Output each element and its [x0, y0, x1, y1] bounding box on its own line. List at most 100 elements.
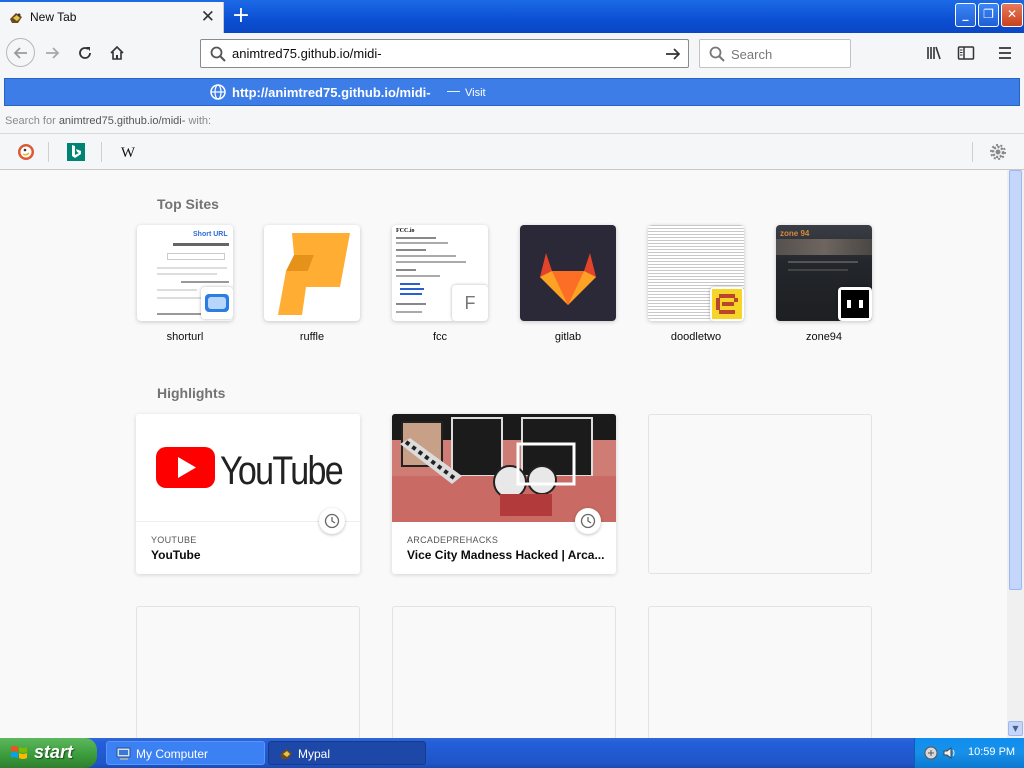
top-site-label: zone94 — [805, 331, 843, 343]
zone94-thumbnail: zone 94 — [776, 225, 872, 321]
vertical-scrollbar[interactable]: ▼ — [1007, 170, 1024, 738]
forward-arrow-icon — [46, 47, 60, 59]
highlight-source: YOUTUBE — [151, 535, 197, 545]
go-arrow-icon[interactable] — [662, 43, 684, 65]
highlight-card-youtube[interactable]: YouTube YOUTUBE YouTube — [136, 414, 360, 574]
url-suggestions-dropdown: http://animtred75.github.io/midi- — Visi… — [0, 73, 1024, 170]
sidebar-icon — [957, 46, 975, 60]
engine-separator — [972, 142, 973, 162]
mypal-icon — [280, 749, 292, 759]
new-tab-page: Top Sites Short URL shorturl ruffle FCC.… — [0, 170, 1007, 738]
doodletwo-site-icon — [712, 289, 742, 319]
highlight-placeholder — [392, 606, 616, 738]
url-input-value[interactable]: animtred75.github.io/midi- — [232, 46, 382, 61]
suggestion-url: http://animtred75.github.io/midi- — [232, 85, 431, 100]
home-button[interactable] — [103, 39, 131, 67]
back-button[interactable] — [6, 38, 35, 67]
search-for-label: Search for animtred75.github.io/midi- wi… — [5, 115, 211, 127]
title-bar: New Tab ✕ + _ ❐ ✕ — [0, 0, 1024, 33]
bing-engine-button[interactable] — [64, 141, 88, 163]
tab-close-icon[interactable]: ✕ — [201, 8, 215, 26]
shorturl-thumbnail: Short URL — [137, 225, 233, 321]
duckduckgo-icon — [18, 144, 34, 160]
top-site-label: ruffle — [299, 331, 325, 343]
taskbar-item-my-computer[interactable]: My Computer — [106, 741, 265, 765]
taskbar-item-mypal[interactable]: Mypal — [268, 741, 426, 765]
search-bar[interactable]: Search — [699, 39, 851, 68]
fcc-fallback-letter: F — [452, 285, 488, 321]
tab-title: New Tab — [30, 10, 77, 24]
highlight-card-vice-city[interactable]: ARCADEPREHACKS Vice City Madness Hacked … — [392, 414, 616, 574]
hamburger-menu-icon — [999, 47, 1011, 59]
shorturl-site-icon — [205, 294, 229, 312]
new-tab-button[interactable]: + — [230, 4, 252, 28]
start-button[interactable]: start — [0, 738, 97, 768]
vice-city-game-image — [392, 414, 616, 522]
library-button[interactable] — [920, 39, 948, 67]
highlight-source: ARCADEPREHACKS — [407, 535, 499, 545]
scroll-down-button[interactable]: ▼ — [1008, 721, 1023, 736]
highlight-placeholder — [648, 606, 872, 738]
vice-city-card-image — [392, 414, 616, 522]
duckduckgo-engine-button[interactable] — [14, 141, 38, 163]
reload-icon — [79, 47, 91, 59]
forward-button[interactable] — [38, 39, 66, 67]
home-icon — [110, 45, 124, 60]
highlight-title: Vice City Madness Hacked | Arca... — [407, 548, 605, 562]
wikipedia-engine-button[interactable]: W — [116, 141, 140, 163]
bing-icon — [67, 143, 85, 161]
fcc-thumbnail: FCC.io F — [392, 225, 488, 321]
gear-icon[interactable] — [987, 141, 1009, 163]
top-site-label: shorturl — [166, 331, 204, 343]
navigation-toolbar: animtred75.github.io/midi- Search — [0, 33, 1024, 73]
search-for-query: animtred75.github.io/midi- — [58, 115, 186, 127]
svg-text:W: W — [121, 145, 136, 161]
top-site-label: fcc — [432, 331, 448, 343]
highlights-heading: Highlights — [157, 385, 226, 401]
network-icon[interactable] — [923, 745, 939, 761]
engine-separator — [101, 142, 102, 162]
windows-taskbar: start My Computer Mypal 10:59 PM — [0, 738, 1024, 768]
url-suggestion-row[interactable]: http://animtred75.github.io/midi- — Visi… — [4, 78, 1020, 106]
start-label: start — [34, 742, 74, 762]
mypal-favicon-icon — [10, 13, 22, 23]
windows-logo-icon — [11, 746, 27, 759]
search-for-prefix: Search for — [5, 115, 56, 127]
sidebar-button[interactable] — [952, 39, 980, 67]
minimize-button[interactable]: _ — [955, 3, 976, 27]
ruffle-thumbnail — [264, 225, 360, 321]
menu-button[interactable] — [991, 39, 1019, 67]
url-bar[interactable]: animtred75.github.io/midi- — [200, 39, 689, 68]
library-icon — [927, 46, 941, 60]
gitlab-thumbnail — [520, 225, 616, 321]
volume-icon[interactable] — [942, 745, 958, 761]
engine-separator — [48, 142, 49, 162]
highlight-placeholder — [648, 414, 872, 574]
reload-button[interactable] — [71, 39, 99, 67]
suggestion-action: Visit — [465, 87, 486, 99]
search-input-placeholder[interactable]: Search — [731, 47, 772, 62]
search-for-suffix: with: — [188, 115, 212, 127]
wikipedia-icon: W — [121, 145, 136, 161]
gitlab-logo-icon — [540, 253, 596, 305]
tab-new-tab[interactable]: New Tab ✕ — [0, 2, 224, 33]
ruffle-logo-icon — [278, 233, 350, 315]
top-site-label: gitlab — [554, 331, 582, 343]
taskbar-item-label: My Computer — [136, 747, 209, 761]
close-window-button[interactable]: ✕ — [1001, 3, 1023, 27]
suggestion-separator: — — [447, 83, 460, 98]
restore-button[interactable]: ❐ — [978, 3, 999, 27]
top-site-label: doodletwo — [670, 331, 722, 343]
search-icon — [210, 46, 226, 62]
taskbar-item-label: Mypal — [298, 747, 331, 761]
taskbar-clock: 10:59 PM — [968, 746, 1016, 758]
search-icon — [709, 46, 725, 62]
scrollbar-thumb[interactable] — [1009, 170, 1022, 590]
highlight-placeholder — [136, 606, 360, 738]
search-engines-bar: W — [0, 133, 1024, 170]
youtube-logo-icon: YouTube — [156, 447, 345, 493]
top-sites-heading: Top Sites — [157, 196, 219, 212]
doodletwo-thumbnail — [648, 225, 744, 321]
zone94-site-icon — [841, 290, 869, 318]
clock-icon — [319, 508, 345, 534]
